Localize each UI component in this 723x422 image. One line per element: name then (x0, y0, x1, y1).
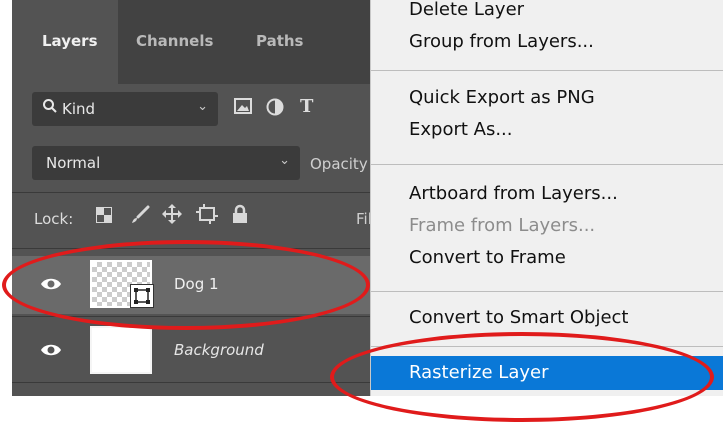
layer-name[interactable]: Dog 1 (174, 275, 219, 293)
adjustment-filter-icon[interactable] (266, 98, 284, 120)
blend-mode-label: Normal (46, 154, 101, 172)
blend-mode-select[interactable]: Normal ⌄ (32, 146, 300, 180)
menu-item-frame-from-layers: Frame from Layers... (409, 215, 596, 236)
layer-name[interactable]: Background (174, 341, 264, 359)
filter-kind-label: Kind (62, 100, 96, 118)
lock-transparent-icon[interactable] (96, 207, 112, 227)
chevron-down-icon: ⌄ (279, 153, 290, 168)
lock-artboard-icon[interactable] (196, 204, 218, 228)
divider (12, 382, 384, 383)
lock-all-icon[interactable] (232, 204, 248, 228)
menu-item-convert-to-smart-object[interactable]: Convert to Smart Object (371, 302, 723, 334)
filter-kind-select[interactable]: Kind ⌄ (32, 92, 218, 126)
menu-item-group-from-layers[interactable]: Group from Layers... (371, 26, 723, 58)
eye-visibility-icon[interactable] (40, 342, 62, 362)
layer-thumbnail (90, 326, 152, 374)
opacity-label: Opacity (310, 155, 368, 173)
menu-separator (371, 70, 723, 71)
menu-item-convert-to-frame[interactable]: Convert to Frame (371, 242, 723, 274)
chevron-down-icon: ⌄ (197, 99, 208, 114)
layer-context-menu: Delete Layer Group from Layers... Quick … (370, 0, 723, 396)
divider (12, 316, 384, 317)
eye-visibility-icon[interactable] (40, 276, 62, 296)
layers-panel: Layers Channels Paths Kind ⌄ T Normal ⌄ … (12, 0, 384, 396)
divider (12, 248, 384, 249)
menu-item-quick-export-png[interactable]: Quick Export as PNG (371, 82, 723, 114)
layer-row-background[interactable]: Background (12, 322, 384, 380)
smart-object-icon (130, 284, 154, 308)
layer-row-dog-1[interactable]: Dog 1 (12, 256, 384, 314)
menu-item-delete-layer[interactable]: Delete Layer (371, 0, 723, 26)
tab-layers[interactable]: Layers (42, 32, 98, 50)
menu-separator (371, 291, 723, 292)
menu-separator (371, 164, 723, 165)
tab-channels[interactable]: Channels (136, 32, 213, 50)
lock-paint-icon[interactable] (130, 205, 150, 229)
lock-label: Lock: (34, 210, 74, 228)
search-icon (42, 98, 58, 118)
menu-item-export-as[interactable]: Export As... (371, 114, 723, 146)
type-filter-icon[interactable]: T (300, 96, 313, 117)
menu-item-rasterize-layer[interactable]: Rasterize Layer (371, 356, 723, 390)
tab-paths[interactable]: Paths (256, 32, 304, 50)
image-filter-icon[interactable] (234, 98, 252, 118)
menu-item-artboard-from-layers[interactable]: Artboard from Layers... (371, 178, 723, 210)
divider (12, 192, 384, 193)
lock-move-icon[interactable] (162, 204, 182, 228)
menu-separator (371, 346, 723, 347)
